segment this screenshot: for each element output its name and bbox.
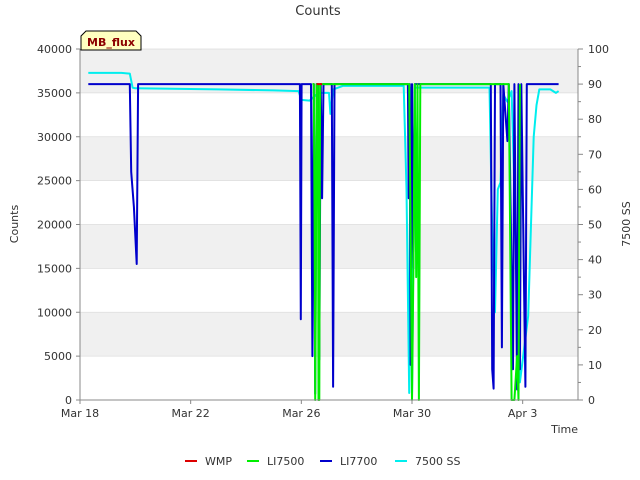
x-tick-label: Apr 3	[508, 407, 538, 420]
counts-chart: Counts 0 5000 10000 15000 20000 25000 30000 350…	[8, 4, 633, 468]
x-tick-label: Mar 22	[172, 407, 210, 420]
y2-axis-label: 7500 SS	[620, 201, 633, 246]
badge-text: MB_flux	[87, 36, 135, 49]
y-tick-label: 10000	[37, 306, 72, 319]
legend-label-li7500: LI7500	[267, 455, 304, 468]
y-tick-label: 20000	[37, 219, 72, 232]
y2-tick-label: 40	[588, 254, 602, 267]
x-axis-label: Time	[550, 423, 578, 436]
y-tick-label: 15000	[37, 262, 72, 275]
y2-tick-label: 20	[588, 324, 602, 337]
y-tick-label: 30000	[37, 131, 72, 144]
y-tick-label: 0	[65, 394, 72, 407]
y2-tick-label: 50	[588, 219, 602, 232]
y-tick-label: 25000	[37, 175, 72, 188]
y2-tick-label: 70	[588, 148, 602, 161]
x-tick-label: Mar 26	[282, 407, 320, 420]
y-tick-label: 40000	[37, 43, 72, 56]
legend: WMP LI7500 LI7700 7500 SS	[185, 455, 460, 468]
y2-tick-label: 0	[588, 394, 595, 407]
legend-label-7500-ss: 7500 SS	[415, 455, 460, 468]
legend-label-li7700: LI7700	[340, 455, 377, 468]
y2-tick-label: 30	[588, 289, 602, 302]
y2-tick-label: 80	[588, 113, 602, 126]
grid-band	[80, 312, 578, 357]
y2-tick-label: 100	[588, 43, 609, 56]
legend-label-wmp: WMP	[205, 455, 232, 468]
mb-flux-badge: MB_flux	[80, 30, 142, 51]
x-tick-label: Mar 18	[61, 407, 99, 420]
y2-tick-label: 60	[588, 183, 602, 196]
chart-title: Counts	[295, 4, 341, 19]
y-tick-label: 35000	[37, 87, 72, 100]
y2-tick-label: 90	[588, 78, 602, 91]
y2-tick-label: 10	[588, 359, 602, 372]
x-tick-label: Mar 30	[393, 407, 431, 420]
y-axis-label: Counts	[8, 205, 21, 244]
y-tick-label: 5000	[44, 350, 72, 363]
